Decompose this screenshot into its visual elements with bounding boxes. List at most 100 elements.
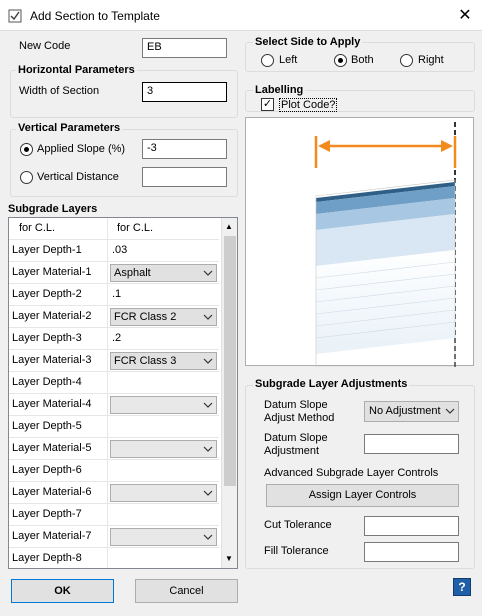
table-row[interactable]: Layer Material-7: [9, 526, 219, 548]
labelling-title: Labelling: [253, 84, 306, 96]
grid-header-cell: for C.L.: [9, 218, 108, 240]
table-row[interactable]: Layer Depth-3.2: [9, 328, 219, 350]
plot-code-label: Plot Code?: [279, 98, 338, 112]
window-title: Add Section to Template: [30, 9, 160, 23]
ok-button[interactable]: OK: [11, 579, 114, 603]
dimension-arrow-right: [441, 140, 453, 152]
adjust-method-select[interactable]: No Adjustment: [364, 401, 459, 422]
layer-name-cell: Layer Material-1: [9, 262, 108, 284]
app-icon: [8, 9, 22, 23]
table-row[interactable]: Layer Material-5: [9, 438, 219, 460]
layer-name-cell: Layer Depth-5: [9, 416, 108, 438]
layer-name-cell: Layer Depth-8: [9, 548, 108, 568]
table-row[interactable]: Layer Depth-4: [9, 372, 219, 394]
table-row[interactable]: Layer Material-4: [9, 394, 219, 416]
datum-slope-method-label-2: Adjust Method: [264, 412, 335, 424]
layer-depth-cell[interactable]: .2: [109, 328, 219, 350]
layer-material-select[interactable]: [110, 528, 217, 546]
layer-depth-cell[interactable]: [109, 460, 219, 482]
layer-base: [316, 250, 455, 354]
layer-depth-cell[interactable]: .03: [109, 240, 219, 262]
layer-material-select[interactable]: [110, 440, 217, 458]
layer-name-cell: Layer Depth-2: [9, 284, 108, 306]
grid-scrollbar[interactable]: ▲ ▼: [221, 218, 237, 568]
subgrade-layers-grid[interactable]: for C.L. for C.L. Layer Depth-1.03 Layer …: [8, 217, 238, 569]
side-both-radio[interactable]: [334, 54, 347, 67]
vertical-parameters-title: Vertical Parameters: [16, 122, 123, 134]
title-bar: Add Section to Template ✕: [0, 0, 482, 31]
datum-slope-adjustment-label-1: Datum Slope: [264, 432, 328, 444]
side-both-label: Both: [351, 54, 374, 66]
datum-slope-method-label-1: Datum Slope: [264, 399, 328, 411]
table-row[interactable]: Layer Material-1 Asphalt: [9, 262, 219, 284]
layer-name-cell: Layer Depth-6: [9, 460, 108, 482]
width-of-section-label: Width of Section: [19, 85, 100, 97]
table-row[interactable]: Layer Depth-6: [9, 460, 219, 482]
datum-slope-adjustment-input[interactable]: [364, 434, 459, 454]
layer-name-cell: Layer Material-2: [9, 306, 108, 328]
side-left-label: Left: [279, 54, 298, 66]
fill-tolerance-input[interactable]: [364, 542, 459, 562]
chevron-down-icon: [203, 402, 213, 408]
layer-material-select[interactable]: FCR Class 2: [110, 308, 217, 326]
chevron-down-icon: [203, 446, 213, 452]
layer-depth-cell[interactable]: [109, 504, 219, 526]
subgrade-adjust-title: Subgrade Layer Adjustments: [253, 378, 410, 390]
advanced-controls-label: Advanced Subgrade Layer Controls: [264, 467, 439, 479]
side-right-radio[interactable]: [400, 54, 413, 67]
applied-slope-radio[interactable]: [20, 143, 33, 156]
layer-name-cell: Layer Material-4: [9, 394, 108, 416]
scroll-thumb[interactable]: [224, 236, 236, 486]
chevron-down-icon: [203, 490, 213, 496]
grid-header-row: for C.L. for C.L.: [9, 218, 219, 240]
layer-depth-cell[interactable]: [109, 372, 219, 394]
table-row[interactable]: Layer Material-3 FCR Class 3: [9, 350, 219, 372]
layer-material-select[interactable]: [110, 396, 217, 414]
applied-slope-input[interactable]: -3: [142, 139, 227, 159]
layer-depth-cell[interactable]: [109, 416, 219, 438]
layer-material-value: FCR Class 3: [114, 355, 177, 367]
adjust-method-value: No Adjustment: [369, 405, 441, 417]
fill-tolerance-label: Fill Tolerance: [264, 545, 329, 557]
assign-layer-controls-button[interactable]: Assign Layer Controls: [266, 484, 459, 507]
cancel-button[interactable]: Cancel: [135, 579, 238, 603]
chevron-down-icon: [203, 270, 213, 276]
side-left-radio[interactable]: [261, 54, 274, 67]
side-right-label: Right: [418, 54, 444, 66]
layer-name-cell: Layer Depth-4: [9, 372, 108, 394]
table-row[interactable]: Layer Depth-2.1: [9, 284, 219, 306]
chevron-down-icon: [203, 534, 213, 540]
table-row[interactable]: Layer Depth-1.03: [9, 240, 219, 262]
layer-material-select[interactable]: Asphalt: [110, 264, 217, 282]
layer-depth-cell[interactable]: [109, 548, 219, 568]
table-row[interactable]: Layer Material-6: [9, 482, 219, 504]
layer-name-cell: Layer Material-7: [9, 526, 108, 548]
new-code-label: New Code: [19, 40, 71, 52]
new-code-input[interactable]: EB: [142, 38, 227, 58]
layer-name-cell: Layer Depth-1: [9, 240, 108, 262]
applied-slope-label: Applied Slope (%): [37, 143, 126, 155]
width-of-section-input[interactable]: 3: [142, 82, 227, 102]
scroll-up-icon[interactable]: ▲: [225, 222, 233, 231]
table-row[interactable]: Layer Depth-8: [9, 548, 219, 568]
cut-tolerance-input[interactable]: [364, 516, 459, 536]
chevron-down-icon: [445, 408, 455, 414]
table-row[interactable]: Layer Material-2 FCR Class 2: [9, 306, 219, 328]
layer-material-select[interactable]: [110, 484, 217, 502]
layer-depth-cell[interactable]: .1: [109, 284, 219, 306]
table-row[interactable]: Layer Depth-7: [9, 504, 219, 526]
vertical-distance-input[interactable]: [142, 167, 227, 187]
help-icon[interactable]: ?: [453, 578, 471, 596]
dimension-arrow-left: [318, 140, 330, 152]
select-side-title: Select Side to Apply: [253, 36, 363, 48]
chevron-down-icon: [203, 314, 213, 320]
table-row[interactable]: Layer Depth-5: [9, 416, 219, 438]
grid-header-cell: for C.L.: [117, 222, 154, 234]
section-preview-drawing: [314, 122, 457, 368]
plot-code-checkbox[interactable]: ✓: [261, 98, 274, 111]
close-icon[interactable]: ✕: [452, 4, 478, 28]
scroll-down-icon[interactable]: ▼: [225, 554, 233, 563]
vertical-distance-radio[interactable]: [20, 171, 33, 184]
layer-name-cell: Layer Material-5: [9, 438, 108, 460]
layer-material-select[interactable]: FCR Class 3: [110, 352, 217, 370]
